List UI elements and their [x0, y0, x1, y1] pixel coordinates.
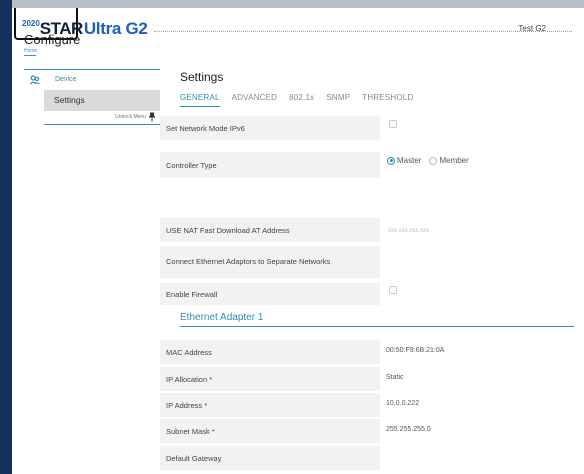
settings-tabs: GENERAL ADVANCED 802.1x SNMP THRESHOLD: [180, 93, 425, 107]
subnet-mask-label: Subnet Mask *: [160, 419, 380, 443]
controller-type-label: Controller Type: [160, 152, 380, 178]
undock-menu-button[interactable]: Undock Menu: [44, 111, 160, 125]
app-header: 2020 STAR Ultra G2 Test G2: [12, 8, 584, 68]
ethernet-adapter-heading: Ethernet Adapter 1: [180, 312, 264, 323]
device-name: Test G2: [518, 24, 546, 33]
controller-master-label: Master: [397, 156, 422, 165]
ip-address-label: IP Address *: [160, 393, 380, 417]
enable-firewall-label: Enable Firewall: [160, 283, 380, 305]
controller-member-label: Member: [439, 156, 469, 165]
nat-address-label: USE NAT Fast Download AT Address: [160, 218, 380, 242]
ip-address-input[interactable]: 10.0.0.222: [386, 400, 419, 407]
device-icon: [30, 75, 40, 85]
ethernet-adapter-divider: [180, 326, 574, 327]
undock-menu-label: Undock Menu: [115, 114, 146, 120]
sidebar-item-settings[interactable]: Settings: [44, 90, 160, 111]
brand-product: Ultra G2: [83, 19, 148, 38]
tab-802-1x[interactable]: 802.1x: [289, 93, 314, 107]
controller-type-radio-group: Master Member: [387, 156, 469, 165]
sidebar-item-label: Device: [55, 76, 77, 83]
ipv6-checkbox[interactable]: [389, 120, 397, 128]
breadcrumb-underline: [24, 55, 36, 56]
ip-allocation-select[interactable]: Static: [386, 374, 404, 381]
ipv6-label: Set Network Mode IPv6: [160, 116, 380, 140]
brand-mark: 2020: [22, 19, 40, 28]
subnet-mask-input[interactable]: 255.255.255.0: [386, 426, 431, 433]
breadcrumb-home[interactable]: Home: [24, 48, 37, 54]
controller-master-radio[interactable]: [387, 156, 395, 165]
sidebar-item-device[interactable]: Device: [24, 70, 160, 90]
sidebar: Device Settings Undock Menu: [24, 69, 160, 125]
firewall-checkbox[interactable]: [389, 286, 397, 294]
separate-networks-label: Connect Ethernet Adaptors to Separate Ne…: [160, 246, 380, 278]
nat-address-input[interactable]: xxx.xxx.xxx.xxx: [388, 228, 429, 234]
tab-advanced[interactable]: ADVANCED: [232, 93, 277, 107]
controller-member-radio[interactable]: [429, 156, 438, 165]
tab-threshold[interactable]: THRESHOLD: [362, 93, 413, 107]
left-edge-bar: [0, 0, 12, 474]
default-gateway-label: Default Gateway: [160, 446, 380, 470]
header-divider: [154, 31, 572, 32]
mac-address-value: 00:50:F9:6B:21:0A: [386, 347, 445, 354]
tab-general[interactable]: GENERAL: [180, 93, 220, 107]
window-top-band: [12, 0, 584, 8]
settings-title: Settings: [180, 70, 224, 84]
sidebar-item-label: Settings: [54, 95, 85, 105]
mac-address-label: MAC Address: [160, 340, 380, 364]
pin-icon: [149, 112, 155, 122]
ip-allocation-label: IP Allocation *: [160, 367, 380, 391]
page-title: Configure: [24, 32, 81, 47]
tab-snmp[interactable]: SNMP: [326, 93, 350, 107]
